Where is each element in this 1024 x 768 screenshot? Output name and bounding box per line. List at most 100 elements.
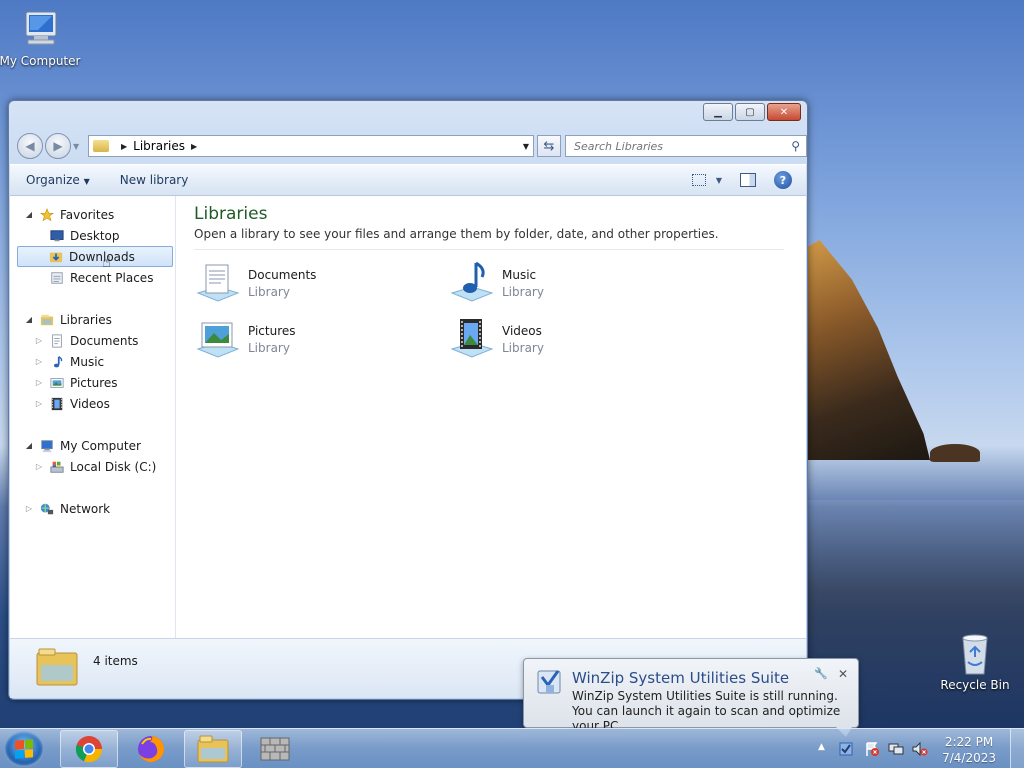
collapsed-arrow-icon[interactable]: ▷ bbox=[34, 336, 44, 345]
nav-recent-places[interactable]: Recent Places bbox=[10, 267, 175, 288]
folder-icon bbox=[197, 735, 229, 763]
show-desktop-button[interactable] bbox=[1010, 729, 1024, 768]
collapsed-arrow-icon[interactable]: ▷ bbox=[24, 504, 34, 513]
computer-icon bbox=[41, 439, 53, 452]
nav-my-computer[interactable]: ◢ My Computer bbox=[10, 435, 175, 456]
organize-button[interactable]: Organize ▼ bbox=[26, 173, 90, 187]
nav-label: Network bbox=[60, 501, 111, 516]
desktop-icon-recycle-bin[interactable]: Recycle Bin bbox=[933, 632, 1017, 692]
forward-button[interactable]: ▶ bbox=[45, 133, 71, 159]
breadcrumb-libraries[interactable]: Libraries bbox=[133, 139, 185, 153]
nav-videos[interactable]: ▷ Videos bbox=[10, 393, 175, 414]
taskbar: ▲ 2:22 PM 7/4/2023 bbox=[0, 728, 1024, 768]
nav-libraries[interactable]: ◢ Libraries bbox=[10, 309, 175, 330]
nav-label: Music bbox=[70, 354, 105, 369]
nav-documents[interactable]: ▷ Documents bbox=[10, 330, 175, 351]
taskbar-explorer[interactable] bbox=[184, 730, 242, 768]
back-arrow-icon: ◀ bbox=[25, 139, 35, 153]
chrome-icon bbox=[75, 736, 103, 763]
library-tile-documents[interactable]: Documents Library bbox=[194, 258, 434, 308]
collapsed-arrow-icon[interactable]: ▷ bbox=[34, 378, 44, 387]
explorer-window: ▁ ▢ ✕ ◀ ▶ ▼ ▶ Libraries ▶ ▼ ⇆ ⚲ Organize… bbox=[8, 100, 808, 700]
clock-time: 2:22 PM bbox=[944, 735, 994, 749]
nav-music[interactable]: ▷ Music bbox=[10, 351, 175, 372]
nav-favorites[interactable]: ◢ Favorites bbox=[10, 204, 175, 225]
taskbar-firefox[interactable] bbox=[122, 730, 180, 768]
desktop-icon-label: My Computer bbox=[0, 54, 81, 68]
expanded-arrow-icon[interactable]: ◢ bbox=[24, 210, 34, 219]
nav-pictures[interactable]: ▷ Pictures bbox=[10, 372, 175, 393]
search-icon[interactable]: ⚲ bbox=[791, 139, 800, 153]
nav-local-disk[interactable]: ▷ Local Disk (C:) bbox=[10, 456, 175, 477]
desktop-icon-my-computer[interactable]: My Computer bbox=[0, 8, 82, 68]
nav-downloads[interactable]: Downloads ☝ bbox=[17, 246, 173, 271]
nav-network[interactable]: ▷ Network bbox=[10, 498, 175, 519]
new-library-button[interactable]: New library bbox=[120, 173, 189, 187]
recycle-bin-icon bbox=[953, 632, 997, 676]
libraries-folder-icon bbox=[36, 648, 78, 686]
taskbar-firewall[interactable] bbox=[246, 730, 304, 768]
maximize-button[interactable]: ▢ bbox=[735, 103, 765, 121]
title-bar[interactable]: ▁ ▢ ✕ bbox=[9, 101, 807, 131]
nav-label: Favorites bbox=[60, 207, 115, 222]
item-count: 4 items bbox=[93, 654, 138, 668]
recent-pages-dropdown[interactable]: ▼ bbox=[73, 142, 79, 151]
show-hidden-icons-button[interactable]: ▲ bbox=[818, 742, 825, 752]
desktop-icon-label: Recycle Bin bbox=[940, 678, 1010, 692]
clock-date: 7/4/2023 bbox=[942, 751, 996, 765]
back-button[interactable]: ◀ bbox=[17, 133, 43, 159]
refresh-icon: ⇆ bbox=[543, 138, 555, 154]
navigation-pane: ◢ Favorites Desktop Downloads ☝ Recent P… bbox=[10, 196, 176, 639]
content-area: ◢ Favorites Desktop Downloads ☝ Recent P… bbox=[10, 196, 806, 639]
close-icon[interactable]: ✕ bbox=[838, 667, 848, 681]
start-button[interactable] bbox=[4, 731, 44, 767]
library-tile-music[interactable]: Music Library bbox=[448, 258, 688, 308]
wallpaper-rock bbox=[930, 444, 980, 462]
notification-balloon[interactable]: WinZip System Utilities Suite WinZip Sys… bbox=[523, 658, 859, 737]
nav-label: Libraries bbox=[60, 312, 112, 327]
clock[interactable]: 2:22 PM 7/4/2023 bbox=[942, 734, 996, 766]
change-view-button[interactable]: ▼ bbox=[691, 174, 722, 186]
windows-logo-icon bbox=[15, 739, 33, 759]
preview-pane-icon[interactable] bbox=[740, 173, 756, 187]
wrench-icon[interactable]: 🔧 bbox=[814, 667, 828, 680]
minimize-icon: ▁ bbox=[714, 106, 722, 118]
volume-muted-icon[interactable] bbox=[912, 741, 928, 757]
winzip-tray-icon[interactable] bbox=[838, 741, 854, 757]
library-tile-pictures[interactable]: Pictures Library bbox=[194, 314, 434, 364]
search-input[interactable] bbox=[574, 139, 774, 153]
collapsed-arrow-icon[interactable]: ▷ bbox=[34, 357, 44, 366]
nav-label: Documents bbox=[70, 333, 139, 348]
breadcrumb-separator-icon[interactable]: ▶ bbox=[121, 142, 127, 151]
address-dropdown-icon[interactable]: ▼ bbox=[523, 142, 529, 151]
nav-label: Pictures bbox=[70, 375, 118, 390]
system-tray: ▲ 2:22 PM 7/4/2023 bbox=[814, 729, 1024, 768]
page-subtitle: Open a library to see your files and arr… bbox=[194, 227, 784, 250]
tile-kind: Library bbox=[502, 284, 544, 299]
network-tray-icon[interactable] bbox=[888, 741, 904, 757]
tile-name: Music bbox=[502, 267, 537, 282]
taskbar-chrome[interactable] bbox=[60, 730, 118, 768]
collapsed-arrow-icon[interactable]: ▷ bbox=[34, 399, 44, 408]
breadcrumb-separator-icon[interactable]: ▶ bbox=[191, 142, 197, 151]
documents-icon bbox=[52, 333, 62, 348]
tile-name: Pictures bbox=[248, 323, 296, 338]
minimize-button[interactable]: ▁ bbox=[703, 103, 733, 121]
close-button[interactable]: ✕ bbox=[767, 103, 801, 121]
expanded-arrow-icon[interactable]: ◢ bbox=[24, 441, 34, 450]
refresh-button[interactable]: ⇆ bbox=[537, 135, 561, 157]
nav-label: Local Disk (C:) bbox=[70, 459, 157, 474]
pictures-library-icon bbox=[196, 322, 240, 358]
expanded-arrow-icon[interactable]: ◢ bbox=[24, 315, 34, 324]
collapsed-arrow-icon[interactable]: ▷ bbox=[34, 462, 44, 471]
desktop-icon bbox=[50, 229, 64, 241]
library-tile-videos[interactable]: Videos Library bbox=[448, 314, 688, 364]
nav-desktop[interactable]: Desktop bbox=[10, 225, 175, 246]
pictures-icon bbox=[50, 377, 64, 388]
nav-label: Desktop bbox=[70, 228, 120, 243]
nav-label: Videos bbox=[70, 396, 110, 411]
action-center-flag-icon[interactable] bbox=[864, 741, 880, 757]
search-box[interactable]: ⚲ bbox=[565, 135, 807, 157]
address-bar[interactable]: ▶ Libraries ▶ ▼ bbox=[88, 135, 534, 157]
help-icon[interactable]: ? bbox=[774, 171, 792, 189]
